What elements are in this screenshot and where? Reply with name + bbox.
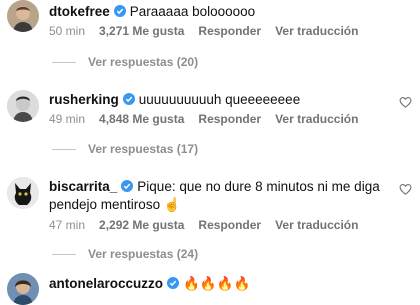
comment-likes[interactable]: 2,292 Me gusta <box>99 218 184 232</box>
comment-text-line: rusherking uuuuuuuuuuh queeeeeeee <box>49 91 384 109</box>
comment-message-line2: pendejo mentiroso ☝️ <box>49 197 181 212</box>
comment-likes[interactable]: 4,848 Me gusta <box>99 112 184 126</box>
translate-button[interactable]: Ver traducción <box>275 218 358 232</box>
comment-message: Pique: que no dure 8 minutos ni me diga <box>137 179 380 194</box>
view-replies-label: Ver respuestas (24) <box>88 247 199 261</box>
comment-username[interactable]: dtokefree <box>49 4 110 19</box>
replies-divider <box>52 254 76 256</box>
verified-badge-icon <box>167 277 180 289</box>
comment-text-line: biscarrita_ Pique: que no dure 8 minutos … <box>49 178 384 214</box>
comment-time: 49 min <box>49 112 86 126</box>
comment-username[interactable]: biscarrita_ <box>49 179 117 194</box>
comment-message: Paraaaaa boloooooo <box>129 4 256 19</box>
comment-time: 50 min <box>49 24 86 38</box>
comment-time: 47 min <box>49 218 86 232</box>
comment-username[interactable]: rusherking <box>49 92 119 107</box>
view-replies-button[interactable]: Ver respuestas (20) <box>52 54 198 70</box>
view-replies-label: Ver respuestas (20) <box>88 55 199 69</box>
comment-likes[interactable]: 3,271 Me gusta <box>99 24 184 38</box>
verified-badge-icon <box>121 180 134 192</box>
replies-divider <box>52 62 76 64</box>
avatar[interactable] <box>7 273 39 305</box>
heart-outline-icon[interactable] <box>399 183 412 195</box>
comment-meta: 50 min 3,271 Me gusta Responder Ver traducc… <box>49 23 372 39</box>
heart-outline-icon[interactable] <box>399 96 412 108</box>
translate-button[interactable]: Ver traducción <box>275 24 358 38</box>
avatar[interactable] <box>7 177 39 209</box>
avatar[interactable] <box>7 0 39 32</box>
comment-meta: 47 min 2,292 Me gusta Responder Ver traducc… <box>49 217 372 233</box>
view-replies-button[interactable]: Ver respuestas (24) <box>52 246 198 262</box>
replies-divider <box>52 149 76 151</box>
comment-text-line: antonelaroccuzzo 🔥🔥🔥🔥 <box>49 275 384 293</box>
comment-meta: 49 min 4,848 Me gusta Responder Ver traducc… <box>49 111 372 127</box>
avatar[interactable] <box>7 90 39 122</box>
comment-message: 🔥🔥🔥🔥 <box>183 276 251 291</box>
verified-badge-icon <box>113 5 126 17</box>
translate-button[interactable]: Ver traducción <box>275 112 358 126</box>
comment-username[interactable]: antonelaroccuzzo <box>49 276 163 291</box>
reply-button[interactable]: Responder <box>198 218 261 232</box>
comment-text-line: dtokefree Paraaaaa boloooooo <box>49 3 384 21</box>
comment-message: uuuuuuuuuuh queeeeeeee <box>138 92 301 107</box>
view-replies-button[interactable]: Ver respuestas (17) <box>52 141 198 157</box>
reply-button[interactable]: Responder <box>198 24 261 38</box>
reply-button[interactable]: Responder <box>198 112 261 126</box>
view-replies-label: Ver respuestas (17) <box>88 142 199 156</box>
verified-badge-icon <box>122 93 135 105</box>
